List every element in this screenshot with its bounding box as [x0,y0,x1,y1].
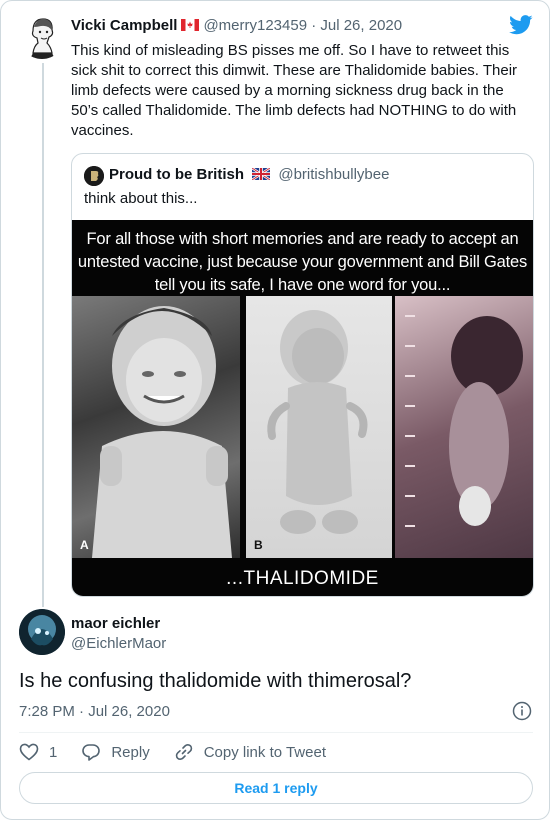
divider [19,732,533,733]
author-name[interactable]: Vicki Campbell [71,17,177,34]
copy-link-label: Copy link to Tweet [203,743,326,761]
canada-flag-icon [181,19,200,31]
quoted-avatar[interactable] [84,166,104,186]
photo-label-b: B [254,538,263,552]
quoted-tweet-text: think about this... [84,190,198,207]
tweet-header: Vicki Campbell @merry123459 · Jul 26, 202… [71,17,402,34]
thread-connector-line [42,63,44,607]
reply-author-handle[interactable]: @EichlerMaor [71,635,166,652]
uk-flag-icon [252,168,271,180]
photo-label-a: A [80,538,89,552]
avatar[interactable] [19,609,65,655]
timestamp[interactable]: 7:28 PM · Jul 26, 2020 [19,703,170,720]
reply-button[interactable]: Reply [81,742,150,762]
avatar[interactable] [19,13,65,59]
quoted-author-name[interactable]: Proud to be British [109,166,244,183]
author-handle-date[interactable]: @merry123459 · Jul 26, 2020 [203,17,402,34]
like-button[interactable]: 1 [19,742,57,762]
action-bar: 1 Reply Copy link to Tweet [19,742,350,762]
reply-tweet-text: Is he confusing thalidomide with thimero… [19,670,412,692]
copy-link-button[interactable]: Copy link to Tweet [174,742,326,762]
quoted-tweet[interactable]: Proud to be British @britishbullybee thi… [71,153,534,597]
quoted-author-handle[interactable]: @britishbullybee [278,166,389,183]
twitter-bird-icon[interactable] [509,15,533,35]
image-caption: For all those with short memories and ar… [77,230,528,294]
photo-panel-c [395,296,533,558]
heart-icon [19,743,39,761]
like-count: 1 [49,743,58,761]
link-icon [175,743,192,761]
quoted-image[interactable]: For all those with short memories and ar… [72,220,533,596]
info-icon[interactable] [512,701,532,721]
reply-author-name[interactable]: maor eichler [71,615,160,632]
reply-icon [82,744,101,761]
photo-panel-b: B [246,296,392,558]
reply-label: Reply [111,743,150,761]
photo-panel-a: A [72,296,240,558]
tweet-embed-card: Vicki Campbell @merry123459 · Jul 26, 202… [0,0,550,820]
quoted-header: Proud to be British @britishbullybee [109,166,389,183]
tweet-text: This kind of misleading BS pisses me off… [71,42,518,139]
read-replies-button[interactable]: Read 1 reply [19,772,533,804]
image-bottom-text: ...THALIDOMIDE [226,568,379,589]
